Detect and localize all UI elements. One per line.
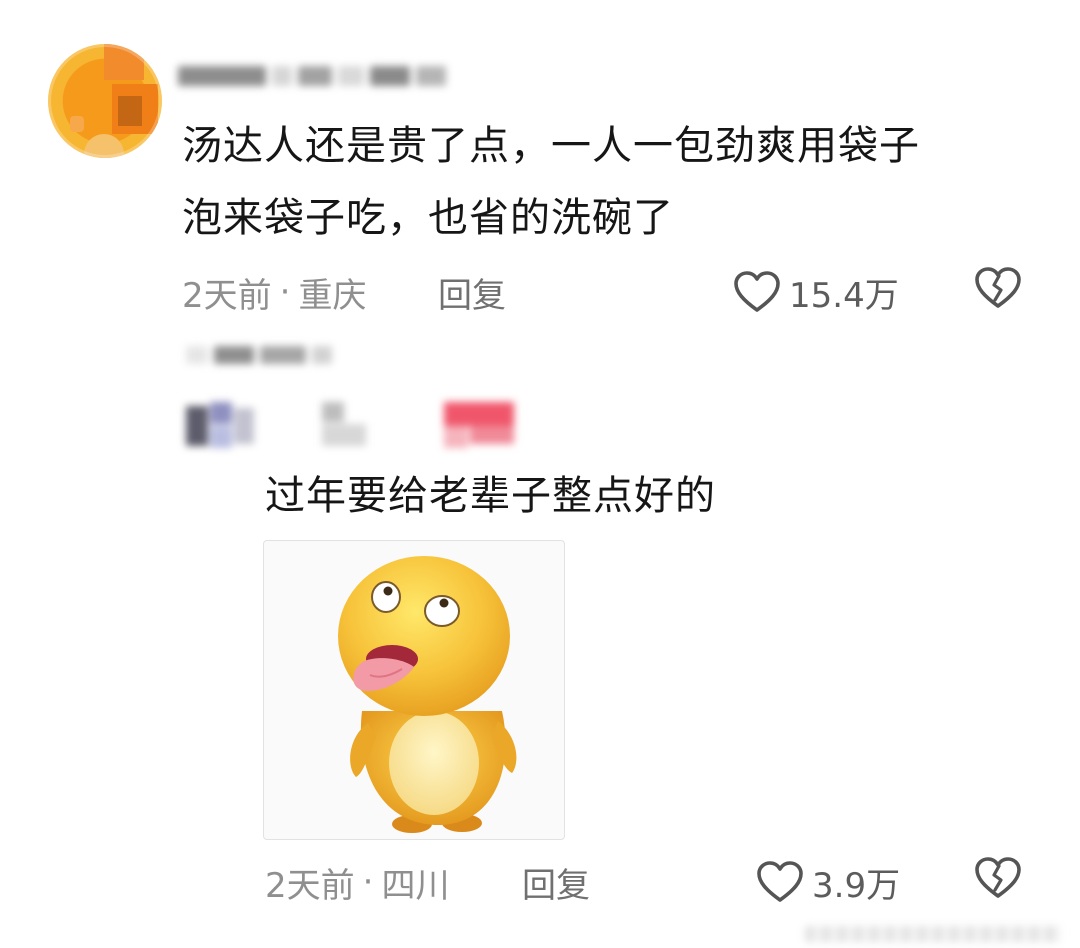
separator-dot: ·	[362, 862, 374, 902]
location: 重庆	[298, 275, 367, 316]
timestamp: 2天前	[265, 865, 355, 906]
comment-text-line: 汤达人还是贵了点，一人一包劲爽用袋子	[182, 123, 920, 169]
reply-context-blurred	[186, 346, 332, 364]
username-blurred[interactable]	[178, 66, 446, 86]
location: 四川	[381, 865, 450, 906]
avatar[interactable]	[48, 44, 162, 158]
reply-button[interactable]: 回复	[522, 858, 590, 906]
like-button[interactable]: 3.9万	[756, 856, 900, 908]
comment-meta: 2天前 · 重庆	[182, 268, 366, 316]
comment-meta: 2天前 · 四川	[265, 858, 449, 906]
like-count: 15.4万	[789, 275, 899, 316]
dislike-button[interactable]	[974, 266, 1022, 310]
timestamp: 2天前	[182, 275, 272, 316]
yellow-creature-sticker	[338, 556, 517, 833]
watermark	[805, 926, 1061, 942]
like-button[interactable]: 15.4万	[733, 266, 899, 318]
comment-text: 汤达人还是贵了点，一人一包劲爽用袋子 泡来袋子吃，也省的洗碗了	[182, 110, 1042, 254]
username-blurred[interactable]	[186, 402, 526, 450]
broken-heart-icon	[974, 856, 1022, 900]
reply-label: 回复	[522, 865, 590, 906]
sticker-image[interactable]	[263, 540, 565, 840]
heart-outline-icon	[733, 270, 781, 314]
separator-dot: ·	[279, 272, 291, 312]
comment-text-line: 泡来袋子吃，也省的洗碗了	[182, 195, 674, 241]
heart-outline-icon	[756, 860, 804, 904]
reply-button[interactable]: 回复	[438, 268, 506, 316]
like-count: 3.9万	[812, 865, 901, 906]
comment-text: 过年要给老辈子整点好的	[265, 473, 716, 519]
dislike-button[interactable]	[974, 856, 1022, 900]
reply-label: 回复	[438, 275, 506, 316]
broken-heart-icon	[974, 266, 1022, 310]
